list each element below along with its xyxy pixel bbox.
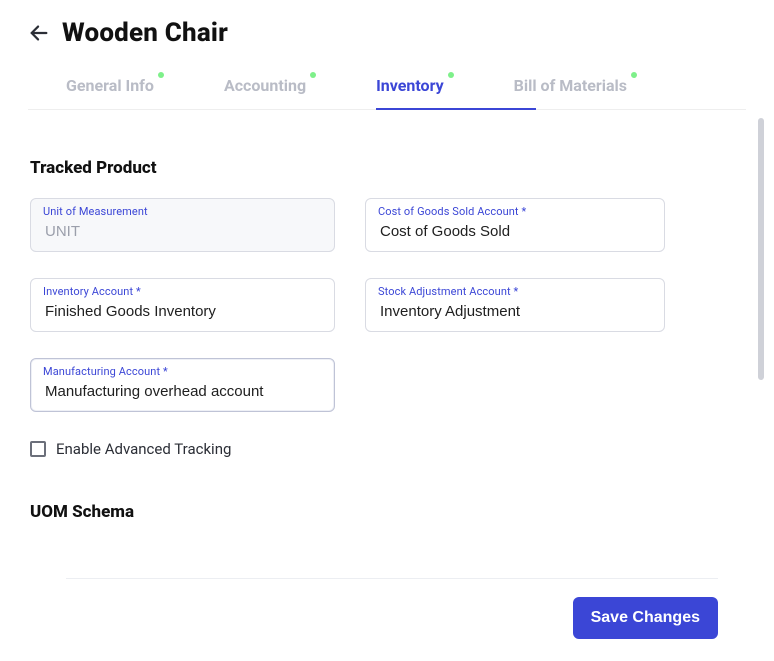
tab-label: Inventory — [376, 76, 444, 95]
inventory-account-input[interactable] — [43, 302, 322, 321]
field-label: Inventory Account * — [43, 285, 141, 298]
tab-label: General Info — [66, 76, 154, 95]
section-title-tracked-product: Tracked Product — [30, 158, 746, 178]
field-label: Unit of Measurement — [43, 205, 148, 218]
status-dot-icon — [158, 72, 164, 78]
section-title-uom-schema: UOM Schema — [30, 502, 746, 522]
advanced-tracking-checkbox[interactable] — [30, 441, 46, 457]
tab-label: Accounting — [224, 76, 306, 95]
field-label: Manufacturing Account * — [43, 365, 168, 378]
uom-input — [43, 222, 322, 241]
field-label: Stock Adjustment Account * — [378, 285, 518, 298]
tab-inventory[interactable]: Inventory — [376, 76, 444, 109]
field-cogs-account[interactable]: Cost of Goods Sold Account * — [365, 198, 665, 252]
status-dot-icon — [631, 72, 637, 78]
status-dot-icon — [310, 72, 316, 78]
tab-label: Bill of Materials — [514, 76, 627, 95]
tab-general-info[interactable]: General Info — [66, 76, 154, 109]
field-unit-of-measurement: Unit of Measurement — [30, 198, 335, 252]
manufacturing-account-input[interactable] — [43, 382, 322, 401]
cogs-input[interactable] — [378, 222, 652, 241]
tab-bill-of-materials[interactable]: Bill of Materials — [514, 76, 627, 109]
tabs-bar: General Info Accounting Inventory Bill o… — [28, 76, 746, 110]
field-stock-adjustment-account[interactable]: Stock Adjustment Account * — [365, 278, 665, 332]
tab-accounting[interactable]: Accounting — [224, 76, 306, 109]
advanced-tracking-label: Enable Advanced Tracking — [56, 440, 231, 458]
footer-divider — [66, 578, 718, 579]
field-inventory-account[interactable]: Inventory Account * — [30, 278, 335, 332]
page-title: Wooden Chair — [62, 18, 228, 48]
back-arrow-icon[interactable] — [28, 22, 50, 44]
scrollbar[interactable] — [758, 118, 764, 380]
save-changes-button[interactable]: Save Changes — [573, 597, 718, 639]
field-manufacturing-account[interactable]: Manufacturing Account * — [30, 358, 335, 412]
stock-adjustment-input[interactable] — [378, 302, 652, 321]
field-label: Cost of Goods Sold Account * — [378, 205, 526, 218]
status-dot-icon — [448, 72, 454, 78]
